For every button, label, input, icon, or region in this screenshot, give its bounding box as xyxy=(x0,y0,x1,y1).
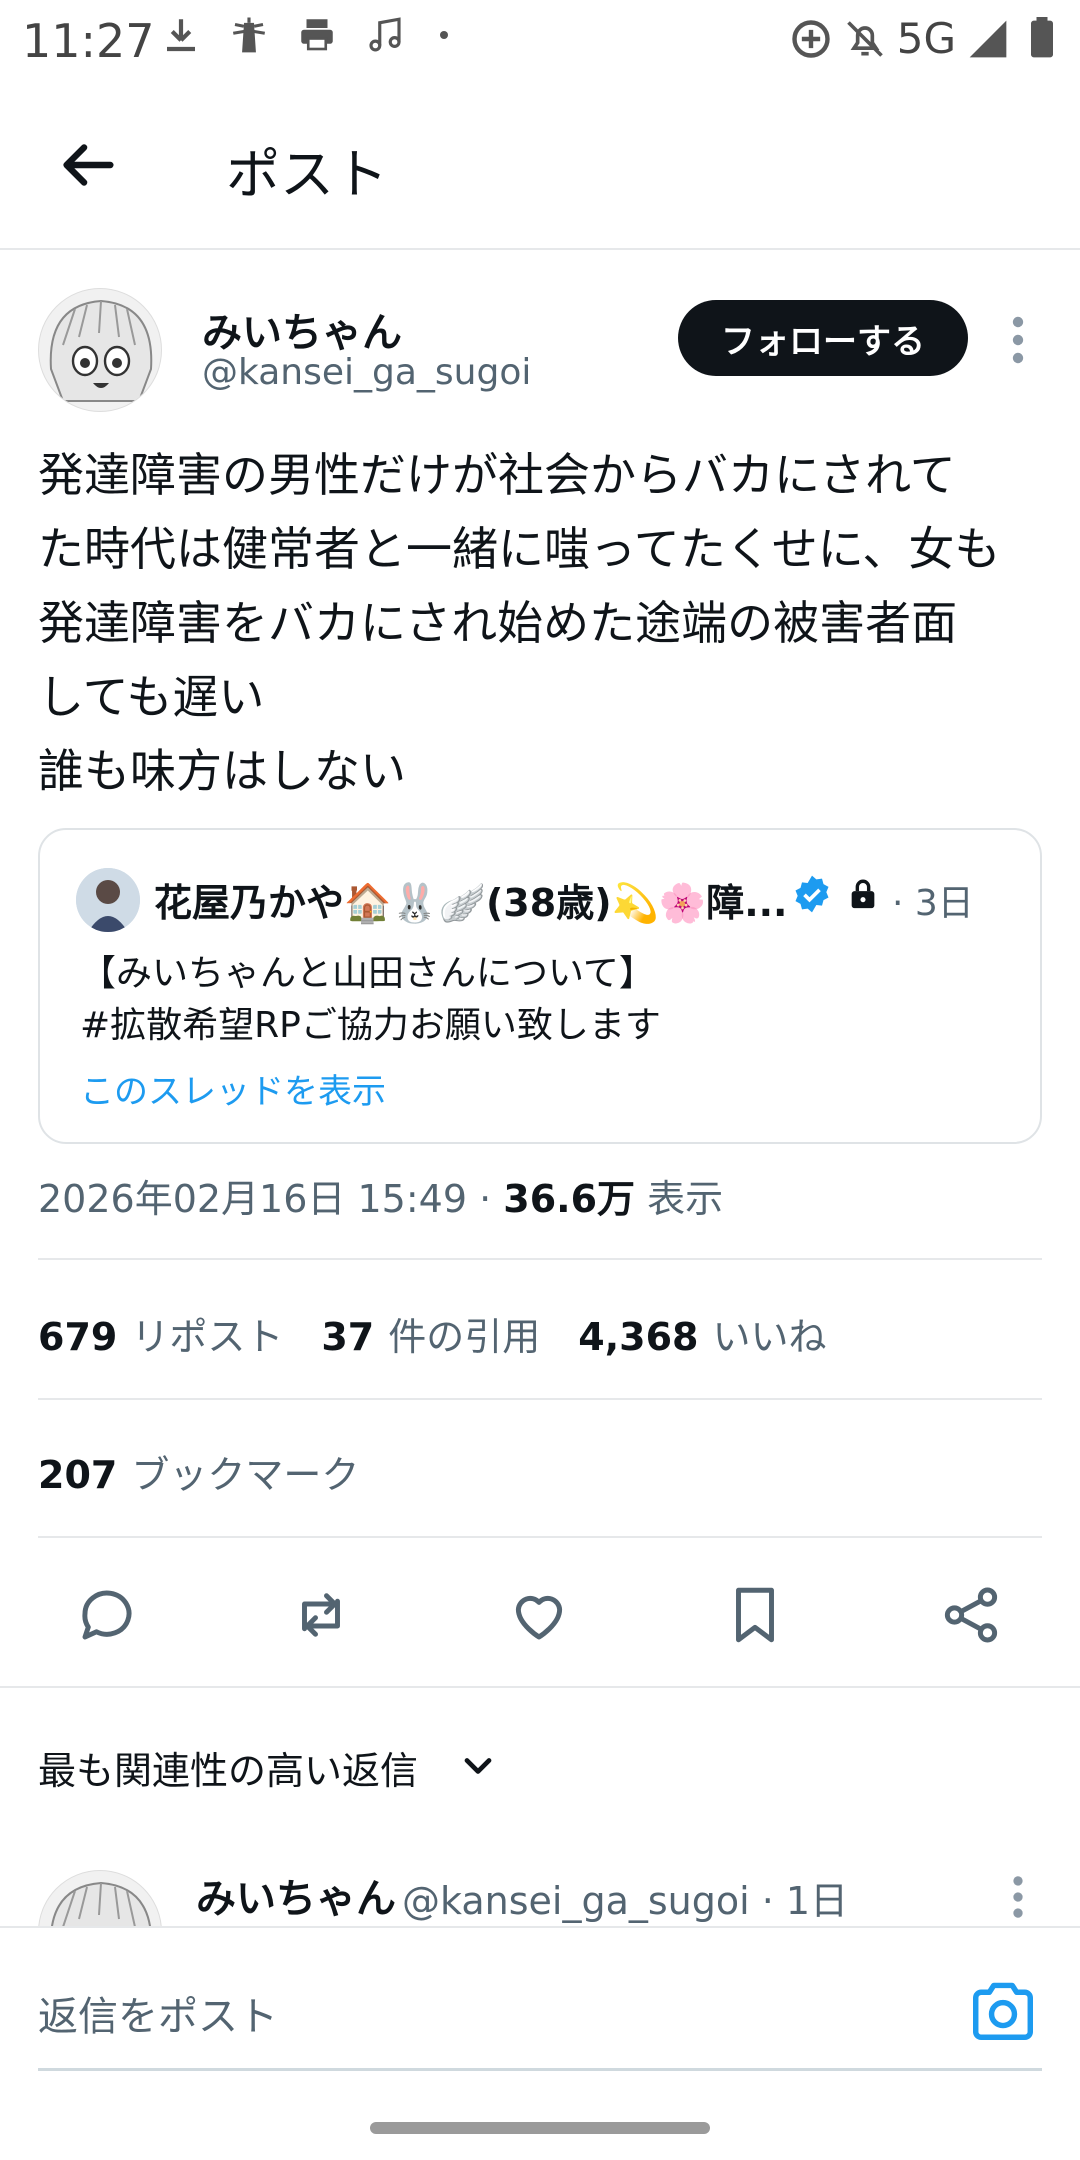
follow-button[interactable]: フォローする xyxy=(678,300,968,376)
share-icon[interactable] xyxy=(938,1582,1004,1648)
reply-author-meta: @kansei_ga_sugoi · 1日 xyxy=(402,1879,849,1923)
more-vertical-icon[interactable] xyxy=(996,312,1040,368)
quotes-label: 件の引用 xyxy=(388,1315,541,1359)
bookmarks-count: 207 xyxy=(38,1453,118,1497)
signal-icon xyxy=(969,20,1007,57)
meta-separator: · xyxy=(479,1177,492,1221)
more-vertical-icon[interactable] xyxy=(996,1872,1040,1922)
post-timestamp[interactable]: 2026年02月16日 15:49 xyxy=(38,1177,467,1221)
quotes-stat[interactable]: 37 件の引用 xyxy=(321,1306,540,1361)
download-icon xyxy=(167,19,195,52)
data-saver-icon xyxy=(792,19,830,58)
reply-author-name[interactable]: みいちゃん xyxy=(196,1866,396,1924)
quotes-count: 37 xyxy=(321,1315,375,1359)
like-icon[interactable] xyxy=(506,1582,572,1648)
quoted-post-text: 【みいちゃんと山田さんについて】 #拡散希望RPご協力お願い致します xyxy=(80,953,661,1046)
bookmarks-stat[interactable]: 207 ブックマーク xyxy=(38,1444,359,1499)
lock-icon xyxy=(851,879,875,909)
compose-underline xyxy=(38,2068,1042,2071)
action-bar xyxy=(0,1572,1080,1658)
quoted-post-card[interactable]: 花屋乃かや🏠🐰🪽(38歳)💫🌸障... · 3日 【みいちゃんと山田さんについて… xyxy=(38,828,1042,1144)
views-count: 36.6万 xyxy=(503,1177,636,1221)
bookmarks-label: ブックマーク xyxy=(131,1453,360,1497)
quoted-author-avatar xyxy=(76,868,140,932)
reply-icon[interactable] xyxy=(74,1582,140,1648)
divider xyxy=(0,1686,1080,1688)
dot-icon xyxy=(440,31,448,39)
quoted-author-name: 花屋乃かや🏠🐰🪽(38歳)💫🌸障... xyxy=(154,881,788,925)
verified-badge-icon xyxy=(795,875,829,913)
engagement-stats: 679 リポスト 37 件の引用 4,368 いいね xyxy=(38,1306,826,1361)
author-name[interactable]: みいちゃん xyxy=(202,300,402,358)
status-time: 11:27 xyxy=(22,14,155,68)
quoted-post-date: · 3日 xyxy=(892,883,974,924)
post-text: 発達障害の男性だけが社会からバカにされて た時代は健常者と一緒に嗤ってたくせに、… xyxy=(38,448,1001,798)
status-bar: 11:27 5G xyxy=(0,0,1080,80)
divider xyxy=(38,1398,1042,1400)
likes-stat[interactable]: 4,368 いいね xyxy=(578,1306,826,1361)
post-meta: 2026年02月16日 15:49 · 36.6万 表示 xyxy=(38,1168,723,1223)
reposts-label: リポスト xyxy=(131,1315,284,1359)
reposts-stat[interactable]: 679 リポスト xyxy=(38,1306,283,1361)
chevron-down-icon[interactable] xyxy=(456,1744,500,1788)
reply-input[interactable]: 返信をポスト xyxy=(38,1984,278,2042)
status-system-icons: 5G xyxy=(789,14,1064,63)
bookmark-icon[interactable] xyxy=(722,1582,788,1648)
divider xyxy=(38,1536,1042,1538)
status-notification-icons xyxy=(160,14,456,56)
app-header: ポスト xyxy=(0,80,1080,250)
arrow-left-icon[interactable] xyxy=(52,130,122,200)
reply-compose-bar: 返信をポスト xyxy=(0,1926,1080,2160)
reposts-count: 679 xyxy=(38,1315,118,1359)
page-title: ポスト xyxy=(226,143,388,206)
likes-count: 4,368 xyxy=(578,1315,699,1359)
show-thread-link[interactable]: このスレッドを表示 xyxy=(80,1064,386,1113)
camera-icon[interactable] xyxy=(970,1980,1036,2040)
lighthouse-icon xyxy=(232,17,266,53)
reply-sort-label[interactable]: 最も関連性の高い返信 xyxy=(38,1740,418,1795)
divider xyxy=(38,1258,1042,1260)
views-label: 表示 xyxy=(647,1177,724,1221)
network-label: 5G xyxy=(896,14,956,63)
bell-off-icon xyxy=(846,20,883,57)
likes-label: いいね xyxy=(712,1315,827,1359)
battery-icon xyxy=(1031,16,1053,57)
repost-icon[interactable] xyxy=(288,1582,354,1648)
music-icon xyxy=(369,17,401,52)
home-indicator[interactable] xyxy=(370,2122,710,2134)
author-handle[interactable]: @kansei_ga_sugoi xyxy=(202,352,531,393)
author-avatar[interactable] xyxy=(38,288,162,412)
printer-icon xyxy=(301,19,333,51)
